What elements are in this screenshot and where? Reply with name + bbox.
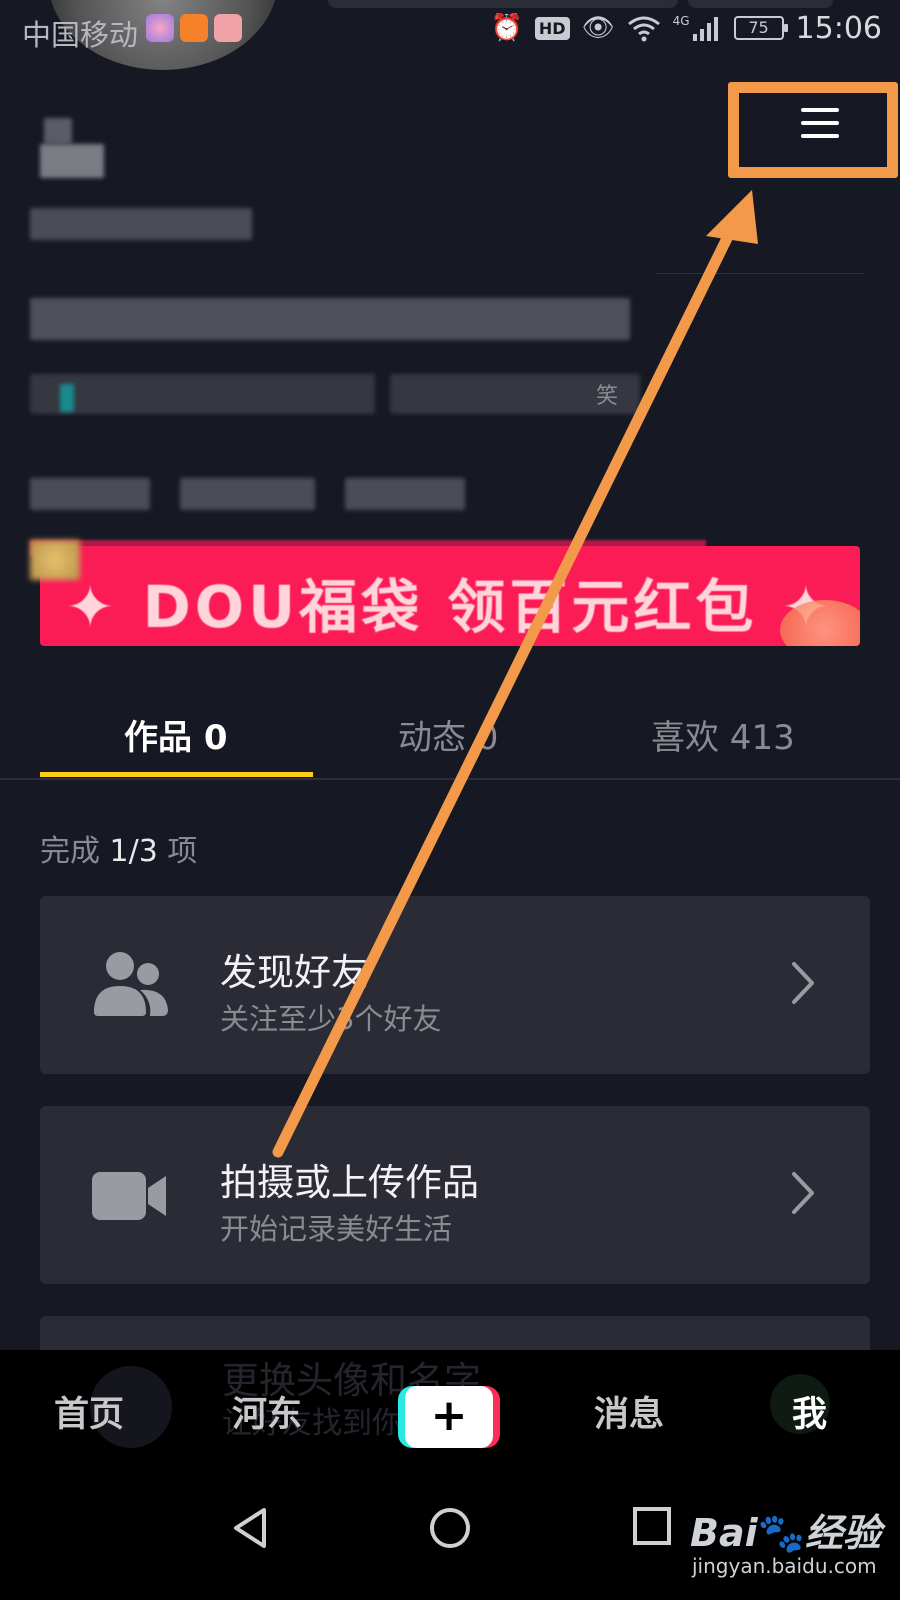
partial-text: 笑 — [596, 384, 619, 409]
annotation-highlight-box — [728, 82, 898, 178]
divider — [655, 273, 865, 274]
card-title: 发现好友 — [220, 951, 368, 994]
home-circle-icon[interactable] — [428, 1506, 472, 1550]
users-icon — [94, 952, 168, 1016]
progress-value: 1/3 — [109, 834, 158, 869]
stats-redacted — [30, 478, 150, 510]
task-card-find-friends[interactable]: 发现好友 关注至少3个好友 — [40, 896, 870, 1074]
signal-icon — [692, 17, 718, 41]
bottom-navigation: 更换头像和名字 让好友找到你 首页 河东 + 消息 我 — [0, 1350, 900, 1478]
chevron-right-icon — [792, 962, 814, 1004]
promo-banner[interactable]: ✦ DOU福袋 领百元红包 ✦ — [40, 546, 860, 646]
info-tag-accent — [60, 384, 74, 412]
network-type-label: 4G — [672, 14, 690, 28]
nav-home[interactable]: 首页 — [54, 1386, 124, 1437]
task-progress: 完成 1/3 项 — [40, 826, 197, 870]
nav-local[interactable]: 河东 — [232, 1386, 302, 1437]
battery-icon: 75 — [733, 16, 788, 40]
username-redacted — [40, 144, 104, 178]
app-notification-icon — [180, 14, 208, 42]
video-camera-icon — [92, 1172, 166, 1220]
divider — [0, 778, 900, 780]
active-tab-indicator — [40, 772, 313, 777]
notification-icons — [146, 14, 242, 42]
recent-apps-icon[interactable] — [632, 1506, 672, 1546]
nav-me[interactable]: 我 — [792, 1386, 827, 1437]
hd-icon: HD — [534, 16, 570, 40]
app-notification-icon — [146, 14, 174, 42]
user-id-redacted — [30, 208, 252, 240]
stats-redacted — [345, 478, 465, 510]
back-icon[interactable] — [230, 1506, 270, 1550]
progress-suffix: 项 — [167, 834, 198, 869]
status-bar: 中国移动 ⏰ HD 👁 4G 75 15:06 — [0, 0, 900, 62]
system-navigation-bar: Bai🐾经验 jingyan.baidu.com — [0, 1478, 900, 1600]
eye-icon: 👁 — [581, 13, 615, 43]
status-icons: ⏰ HD 👁 4G 75 15:06 — [491, 10, 882, 46]
paw-icon: 🐾 — [757, 1511, 805, 1555]
alarm-icon: ⏰ — [490, 13, 523, 43]
watermark-url: jingyan.baidu.com — [692, 1554, 877, 1578]
carrier-label: 中国移动 — [22, 18, 139, 52]
profile-tabs: 作品 0 动态 0 喜欢 413 — [0, 692, 900, 780]
nav-messages[interactable]: 消息 — [594, 1386, 664, 1437]
banner-text: ✦ DOU福袋 领百元红包 ✦ — [65, 573, 835, 641]
plus-icon: + — [430, 1390, 468, 1441]
task-card-upload-video[interactable]: 拍摄或上传作品 开始记录美好生活 — [40, 1106, 870, 1284]
brand-text: Bai — [690, 1511, 758, 1555]
app-notification-icon — [214, 14, 242, 42]
username-redacted — [44, 118, 72, 144]
brand-text: 经验 — [804, 1511, 881, 1555]
bio-redacted — [30, 298, 630, 340]
info-tags-redacted — [30, 374, 375, 414]
banner-corner-decoration — [30, 540, 80, 580]
clock: 15:06 — [795, 10, 882, 46]
card-subtitle: 开始记录美好生活 — [220, 1212, 453, 1246]
progress-prefix: 完成 — [40, 834, 100, 869]
tab-works[interactable]: 作品 0 — [124, 710, 228, 759]
chevron-right-icon — [792, 1172, 814, 1214]
tab-likes[interactable]: 喜欢 413 — [651, 710, 795, 759]
baidu-watermark: Bai🐾经验 — [690, 1502, 881, 1557]
stats-redacted — [180, 478, 315, 510]
create-button[interactable]: + — [398, 1386, 500, 1448]
tab-activity[interactable]: 动态 0 — [398, 710, 498, 759]
card-subtitle: 关注至少3个好友 — [220, 1002, 442, 1036]
wifi-icon — [627, 16, 660, 42]
card-title: 拍摄或上传作品 — [220, 1161, 479, 1204]
